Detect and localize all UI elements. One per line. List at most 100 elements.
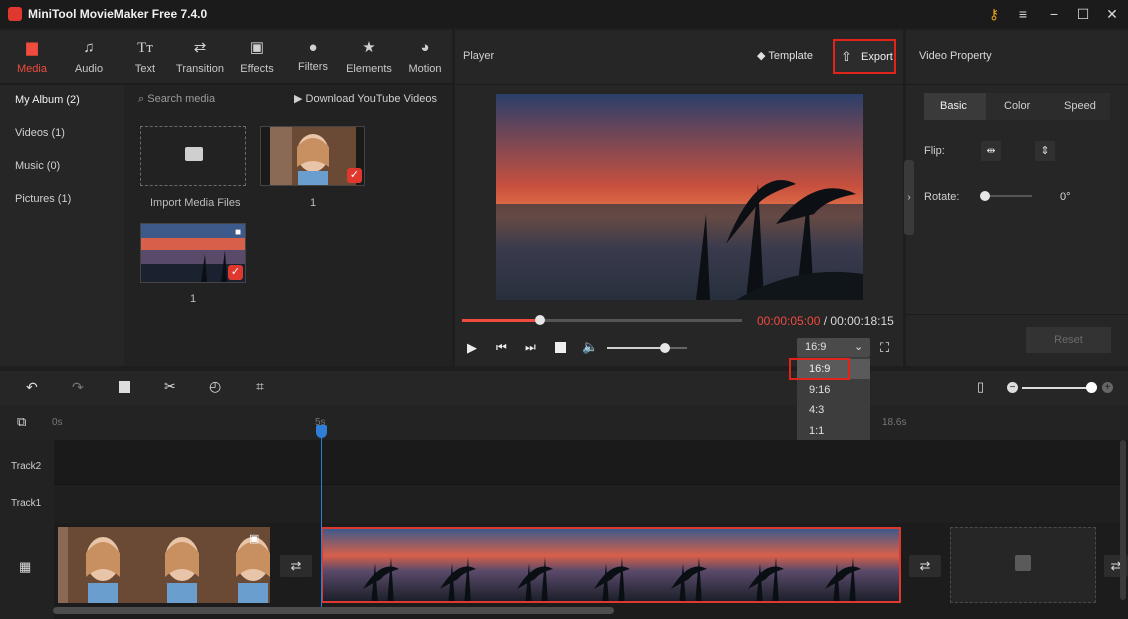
video-camera-icon: ■ (234, 227, 241, 238)
undo-icon[interactable]: ↶ (26, 379, 38, 396)
tab-color[interactable]: Color (986, 93, 1048, 120)
flip-label: Flip: (924, 145, 945, 157)
track1-label: Track1 (11, 498, 42, 509)
track2-label: Track2 (11, 461, 42, 472)
horizontal-scrollbar[interactable] (53, 607, 614, 614)
album-item-music[interactable]: Music (0) (15, 160, 60, 172)
next-frame-icon[interactable]: ⏭ (525, 340, 536, 355)
download-youtube-button[interactable]: ▶ Download YouTube Videos (294, 92, 437, 105)
option-16-9[interactable]: 16:9 (809, 363, 830, 375)
search-media[interactable]: ⌕ Search media (138, 93, 215, 106)
media-thumb-video[interactable]: ■ ✓ (140, 223, 246, 283)
vertical-scrollbar[interactable] (1120, 440, 1126, 600)
chevron-down-icon: ⌄ (854, 341, 864, 353)
maximize-button[interactable]: ☐ (1072, 4, 1094, 24)
download-box-icon (1015, 555, 1031, 571)
title-bar: MiniTool MovieMaker Free 7.4.0 ⚷ ≡ − ☐ ✕ (0, 0, 1128, 28)
play-icon[interactable]: ▶ (467, 340, 477, 356)
property-title: Video Property (919, 50, 992, 62)
video-preview (496, 94, 863, 300)
tab-motion[interactable]: ◕ Motion (399, 38, 451, 82)
timeline: ⧉ 0s 5s 18.6s Track2 Track1 ▦ ▣ ⇄ ⇄ ⇄ (0, 405, 1128, 619)
app-logo-icon (8, 7, 22, 21)
reset-button[interactable]: Reset (1026, 327, 1111, 353)
template-button[interactable]: ◆ Template (757, 49, 813, 62)
tab-effects[interactable]: ▣ Effects (231, 38, 283, 82)
search-icon: ⌕ (138, 93, 145, 105)
aspect-ratio-select[interactable]: 16:9 ⌄ (797, 338, 870, 357)
close-button[interactable]: ✕ (1101, 4, 1123, 24)
tab-filters[interactable]: ● Filters (287, 38, 339, 82)
playback-progress-bar[interactable] (462, 315, 742, 325)
track2-lane[interactable] (54, 440, 1120, 485)
youtube-icon: ▶ (294, 93, 303, 105)
key-icon[interactable]: ⚷ (983, 4, 1005, 24)
zoom-slider[interactable] (1022, 387, 1090, 389)
playhead-line[interactable] (321, 425, 322, 611)
collapse-panel-handle[interactable]: › (904, 160, 914, 235)
tab-speed[interactable]: Speed (1048, 93, 1110, 120)
progress-handle[interactable] (535, 315, 546, 325)
music-note-icon: ♫ (83, 39, 95, 56)
redo-icon[interactable]: ↷ (72, 379, 84, 396)
zoom-in-icon[interactable]: + (1102, 382, 1113, 393)
tab-text[interactable]: Tт Text (119, 38, 171, 82)
add-track-icon[interactable]: ⧉ (17, 414, 26, 430)
check-badge-icon: ✓ (228, 265, 243, 280)
tab-elements[interactable]: ★ Elements (341, 38, 397, 82)
filters-icon: ● (308, 39, 318, 56)
export-button[interactable]: ⇧ Export (833, 39, 896, 74)
rotate-handle[interactable] (980, 191, 990, 201)
previous-frame-icon[interactable]: ⏮ (496, 340, 507, 355)
scissors-icon[interactable]: ✂ (164, 378, 176, 395)
media-thumb-picture[interactable]: ✓ (260, 126, 365, 186)
picture-clip[interactable] (58, 527, 270, 603)
flip-horizontal-icon[interactable]: ⇹ (981, 141, 1001, 161)
transition-slot-icon[interactable]: ⇄ (280, 555, 312, 577)
option-4-3[interactable]: 4:3 (809, 404, 824, 416)
fit-timeline-icon[interactable]: ▯ (977, 379, 984, 395)
tab-basic[interactable]: Basic (924, 93, 986, 120)
rotate-value: 0° (1060, 191, 1071, 203)
stop-icon[interactable] (555, 342, 566, 353)
app-title: MiniTool MovieMaker Free 7.4.0 (28, 7, 208, 21)
delete-icon[interactable] (119, 381, 130, 393)
zoom-out-icon[interactable]: − (1007, 382, 1018, 393)
speed-icon[interactable]: ◴ (209, 378, 221, 395)
tab-media[interactable]: ▆ Media (6, 38, 58, 82)
menu-icon[interactable]: ≡ (1012, 4, 1034, 24)
player-title: Player (463, 50, 495, 62)
divider (906, 314, 1128, 315)
crop-icon[interactable]: ⌗ (256, 378, 264, 395)
progress-fill (462, 319, 541, 322)
volume-handle[interactable] (660, 343, 671, 353)
import-media-box[interactable] (140, 126, 246, 186)
volume-slider[interactable] (607, 343, 687, 353)
album-item-videos[interactable]: Videos (1) (15, 127, 65, 139)
option-1-1[interactable]: 1:1 (809, 425, 824, 437)
album-item-my-album[interactable]: My Album (2) (15, 94, 80, 106)
zoom-handle[interactable] (1086, 382, 1097, 393)
thumb1-label: 1 (310, 197, 317, 209)
fullscreen-icon[interactable]: ⛶ (880, 340, 889, 356)
ruler-label-0s: 0s (52, 417, 63, 428)
motion-icon: ◕ (420, 39, 430, 56)
minimize-button[interactable]: − (1043, 4, 1065, 24)
volume-icon[interactable]: 🔈 (582, 339, 598, 355)
video-clip[interactable] (321, 527, 901, 603)
image-type-icon: ▣ (249, 533, 260, 545)
transition-slot-icon[interactable]: ⇄ (909, 555, 941, 577)
option-9-16[interactable]: 9:16 (809, 384, 830, 396)
divider (455, 84, 903, 85)
folder-icon: ▆ (26, 39, 38, 56)
rotate-slider[interactable] (980, 191, 1032, 201)
album-item-pictures[interactable]: Pictures (1) (15, 193, 71, 205)
import-label: Import Media Files (150, 197, 241, 209)
drop-zone[interactable] (950, 527, 1096, 603)
flip-vertical-icon[interactable]: ⇕ (1035, 141, 1055, 161)
tab-audio[interactable]: ♫ Audio (63, 38, 115, 82)
playhead-handle[interactable] (316, 425, 327, 438)
tab-transition[interactable]: ⇄ Transition (172, 38, 228, 82)
thumbnail-girl-image (270, 127, 356, 185)
track1-lane[interactable] (54, 485, 1120, 523)
